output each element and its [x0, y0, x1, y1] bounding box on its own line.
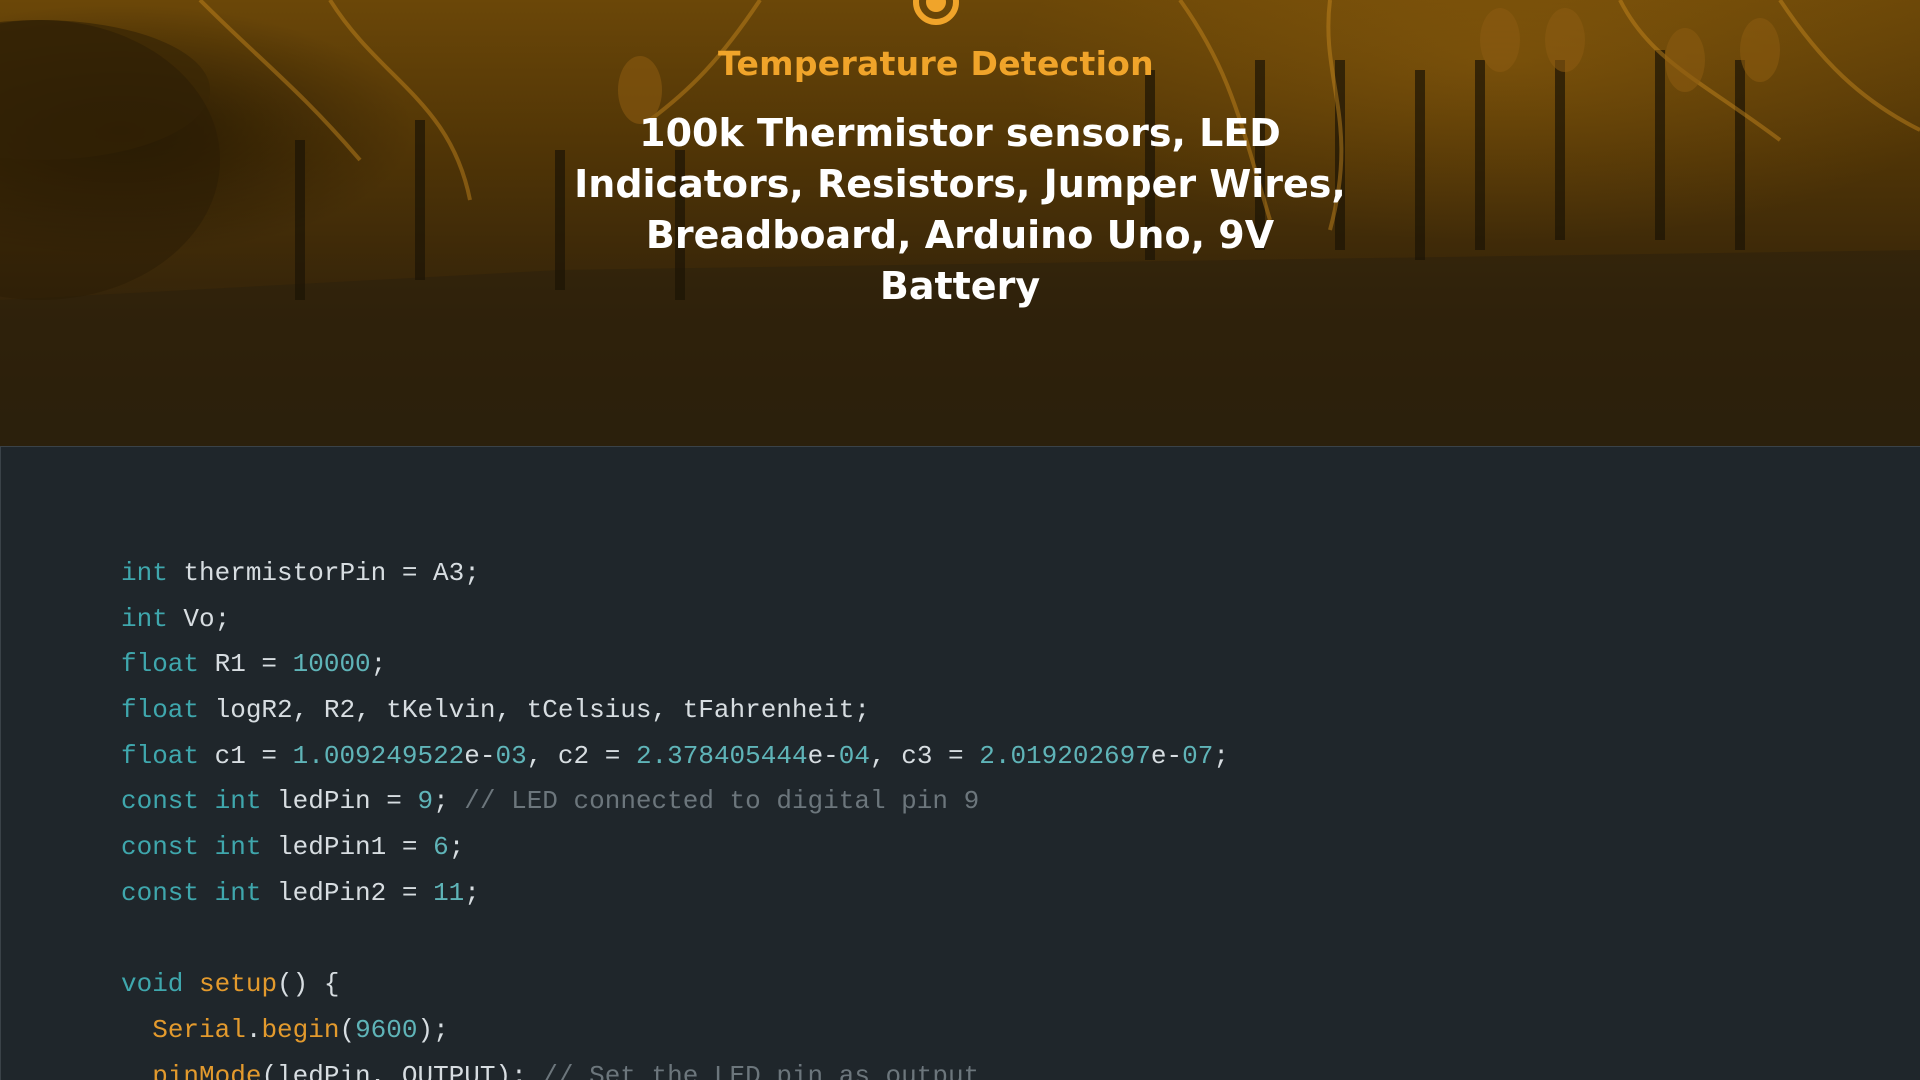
code-keyword: float [121, 649, 200, 680]
code-function: begin [261, 1014, 340, 1045]
code-function: pinMode [152, 1060, 262, 1080]
code-keyword: const [121, 832, 200, 863]
code-number: 2.378405444 [635, 740, 808, 771]
code-line: pinMode(ledPin, OUTPUT); // Set the LED … [121, 1054, 1229, 1080]
code-text: ; [464, 877, 480, 908]
hero-title: 100k Thermistor sensors, LED Indicators,… [574, 111, 1346, 308]
code-text: ledPin1 = [261, 832, 434, 863]
code-keyword: int [121, 558, 168, 588]
code-block: int thermistorPin = A3; int Vo; float R1 =… [121, 551, 1229, 1080]
code-line: float c1 = 1.009249522e-03, c2 = 2.37840… [121, 734, 1229, 780]
code-text: () { [277, 969, 340, 1000]
hero-content: Temperature Detection 100k Thermistor se… [0, 0, 1920, 446]
code-keyword: int [214, 786, 262, 817]
code-number: 1.009249522 [292, 740, 465, 771]
code-line: const int ledPin1 = 6; [121, 825, 1229, 871]
code-text: ); [417, 1014, 449, 1045]
code-keyword: void [121, 969, 184, 1000]
code-text: logR2, R2, tKelvin, tCelsius, tFahrenhei… [199, 695, 870, 726]
code-text: ledPin2 = [261, 877, 434, 908]
code-keyword: float [121, 740, 200, 771]
code-text: , c2 = [526, 740, 636, 771]
code-text: ; [1213, 740, 1229, 771]
code-line: const int ledPin = 9; // LED connected t… [121, 779, 1229, 825]
code-text: Vo; [167, 603, 231, 634]
code-number: 03 [495, 740, 527, 771]
code-text: R1 = [199, 649, 293, 680]
code-text: ; [370, 649, 387, 680]
code-number: 6 [433, 832, 449, 863]
code-keyword: float [121, 695, 200, 726]
code-text: ( [339, 1014, 356, 1045]
code-function: Serial [152, 1014, 246, 1045]
code-comment: // LED connected to digital pin 9 [464, 786, 980, 817]
code-comment: // Set the LED pin as output [542, 1060, 980, 1080]
code-keyword: int [121, 603, 168, 634]
code-number: 9600 [355, 1014, 418, 1045]
code-text: ; [433, 786, 465, 817]
code-text: ; [448, 832, 465, 863]
code-keyword: const [121, 786, 200, 817]
code-number: 9 [417, 786, 434, 817]
code-text: c1 = [199, 740, 293, 771]
code-panel: int thermistorPin = A3; int Vo; float R1 =… [0, 447, 1920, 1080]
hero-banner: Temperature Detection 100k Thermistor se… [0, 0, 1920, 446]
code-text: e- [1150, 740, 1183, 771]
code-text: , c3 = [870, 740, 980, 771]
code-text: . [245, 1014, 262, 1045]
code-number: 11 [433, 877, 465, 908]
code-keyword: int [214, 877, 262, 908]
code-line: Serial.begin(9600); [121, 1008, 1229, 1054]
code-text: e- [807, 740, 839, 771]
code-text: (ledPin, OUTPUT); [261, 1060, 543, 1080]
section-label: Temperature Detection [718, 44, 1154, 83]
code-line: float R1 = 10000; [121, 642, 1229, 688]
code-number: 07 [1182, 740, 1214, 771]
code-function: setup [199, 969, 278, 1000]
code-number: 2.019202697 [979, 740, 1151, 771]
code-number: 04 [838, 740, 871, 771]
code-number: 10000 [292, 649, 371, 680]
code-keyword: int [214, 832, 262, 863]
code-line: const int ledPin2 = 11; [121, 871, 1229, 917]
code-keyword: const [121, 877, 200, 908]
code-text: e- [464, 740, 496, 771]
code-line: float logR2, R2, tKelvin, tCelsius, tFah… [121, 688, 1229, 734]
code-text: ledPin = [261, 786, 418, 817]
target-icon [913, 0, 959, 25]
code-line: void setup() { [121, 962, 1229, 1008]
code-line: int Vo; [121, 597, 1229, 643]
code-line: int thermistorPin = A3; [121, 551, 1229, 597]
code-text: thermistorPin = A3; [167, 558, 480, 588]
